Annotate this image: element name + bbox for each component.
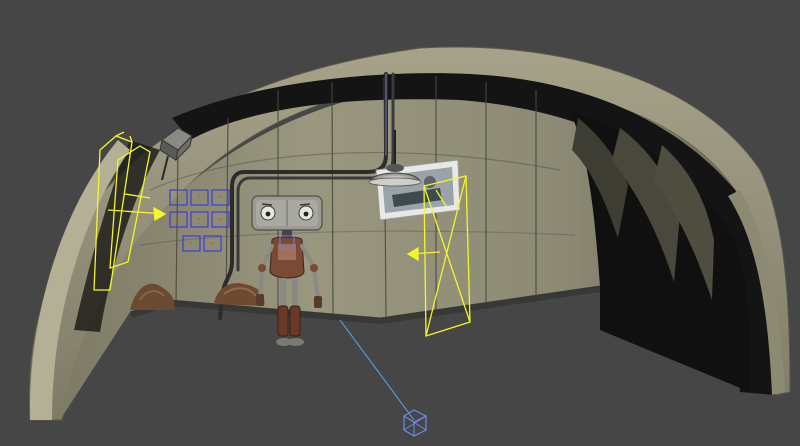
3d-viewport[interactable] [0,0,800,446]
robot-character[interactable] [251,195,323,346]
quonset-hut-shell[interactable] [28,46,791,421]
camera-target[interactable] [339,319,427,437]
